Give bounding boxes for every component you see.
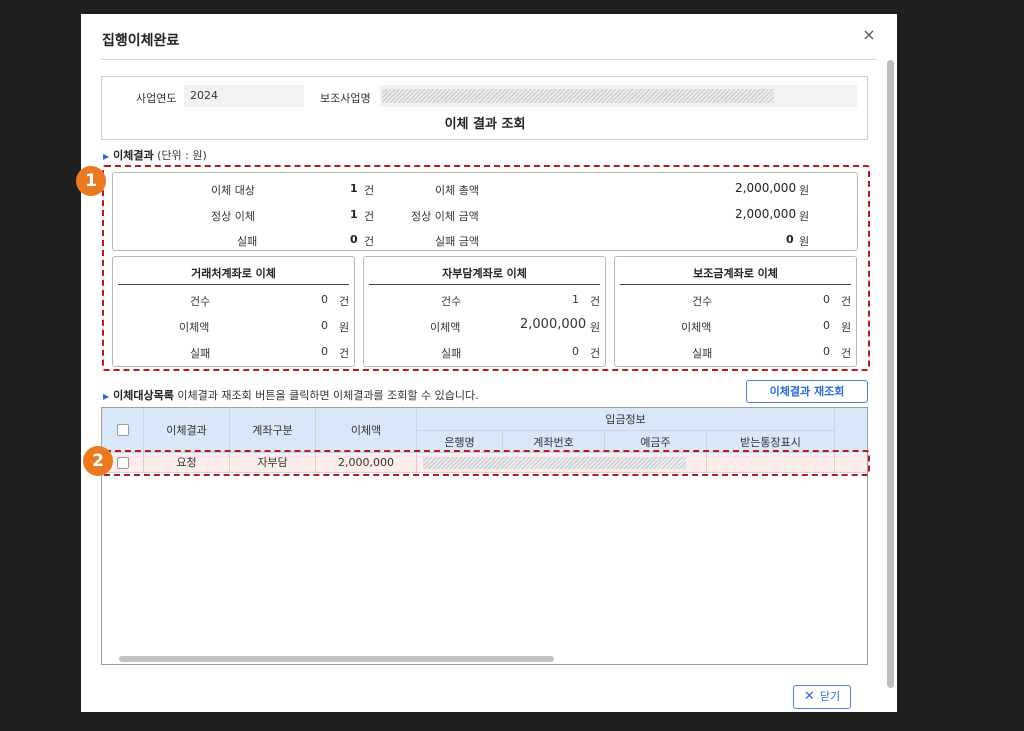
header-amount[interactable]: 이체액 — [316, 408, 417, 453]
grid-header: 이체결과 계좌구분 이체액 입금정보 은행명 계좌번호 예금주 받는통장표시 — [102, 408, 867, 453]
project-label: 보조사업명 — [320, 92, 371, 105]
query-result-title: 이체 결과 조회 — [444, 117, 526, 132]
requery-button[interactable]: 이체결과 재조회 — [746, 380, 868, 403]
title-divider — [101, 59, 877, 60]
select-all-checkbox[interactable] — [116, 424, 129, 436]
highlight-summary — [102, 165, 870, 371]
search-info-box: 사업연도 2024 보조사업명 이체 결과 조회 — [101, 76, 868, 140]
horizontal-scrollbar[interactable] — [119, 656, 554, 662]
transfer-complete-dialog: 집행이체완료 × 사업연도 2024 보조사업명 이체 결과 조회 ▶ 이체결과 … — [76, 14, 897, 712]
step-badge-2: 2 — [83, 446, 113, 476]
step-badge-1: 1 — [76, 166, 106, 196]
header-deposit-info: 입금정보 — [417, 408, 835, 431]
list-section-title: ▶ 이체대상목록 이체결과 재조회 버튼을 클릭하면 이체결과를 조회할 수 있습… — [103, 389, 479, 402]
year-field[interactable]: 2024 — [184, 85, 304, 107]
dialog-title: 집행이체완료 — [102, 33, 180, 49]
vertical-scrollbar[interactable] — [887, 60, 894, 688]
triangle-icon: ▶ — [103, 392, 110, 401]
select-all-cell — [102, 408, 144, 453]
year-label: 사업연도 — [136, 92, 177, 105]
triangle-icon: ▶ — [103, 152, 110, 161]
close-icon[interactable]: × — [861, 26, 877, 44]
close-button-label: 닫기 — [819, 690, 841, 703]
highlight-row — [102, 450, 870, 476]
transfer-target-grid: 이체결과 계좌구분 이체액 입금정보 은행명 계좌번호 예금주 받는통장표시 요… — [101, 407, 868, 665]
project-field[interactable] — [380, 85, 857, 107]
masked-project-name — [382, 89, 774, 103]
header-account-type[interactable]: 계좌구분 — [230, 408, 316, 453]
close-icon: ✕ — [803, 689, 815, 704]
result-section-title: ▶ 이체결과 (단위 : 원) — [103, 149, 207, 162]
close-button[interactable]: ✕ 닫기 — [793, 685, 851, 709]
header-result[interactable]: 이체결과 — [144, 408, 230, 453]
